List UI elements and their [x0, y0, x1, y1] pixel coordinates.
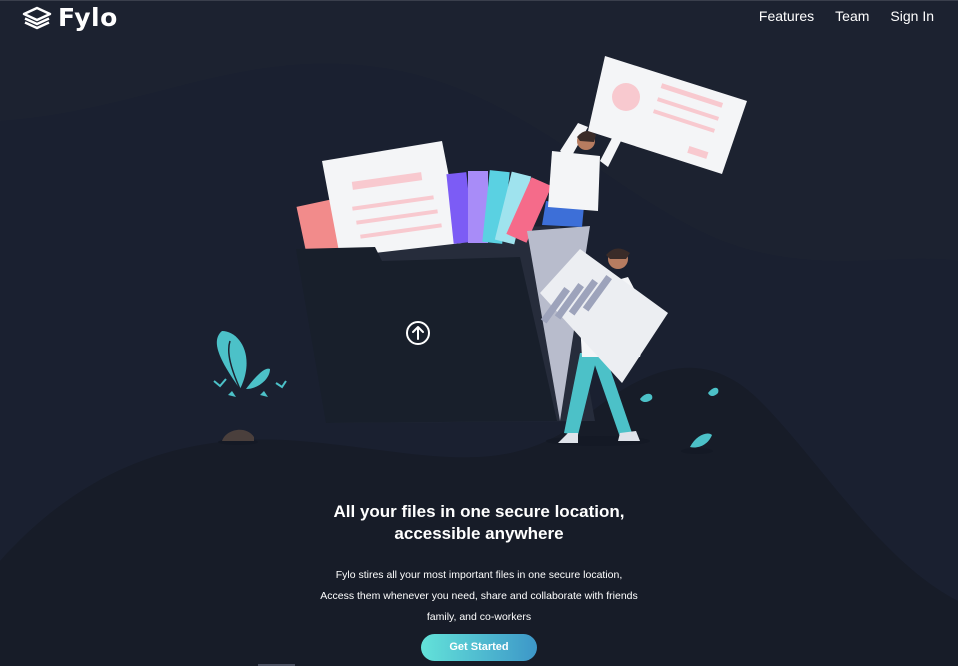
- hero-headline: All your files in one secure location, a…: [333, 502, 625, 543]
- hero-description: Fylo stires all your most important file…: [320, 569, 638, 623]
- plant-decoration: [213, 331, 287, 441]
- hero-section: All your files in one secure location, a…: [0, 501, 958, 661]
- leaf-decorations: [640, 387, 719, 448]
- get-started-button[interactable]: Get Started: [421, 634, 537, 661]
- landing-page: Fylo Features Team Sign In All your file…: [0, 0, 958, 666]
